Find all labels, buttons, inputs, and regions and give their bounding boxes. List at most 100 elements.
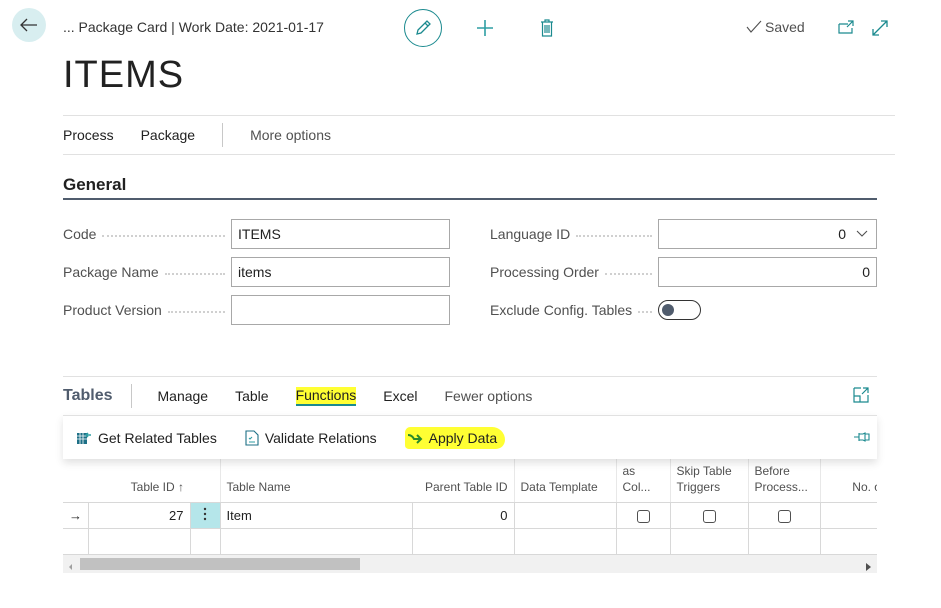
apply-data-button[interactable]: Apply Data bbox=[404, 426, 506, 449]
col-header-before-process[interactable]: Before Process... bbox=[747, 459, 820, 503]
tab-functions[interactable]: Functions bbox=[295, 386, 357, 406]
language-id-value: 0 bbox=[838, 226, 846, 242]
functions-action-bar: Get Related Tables Validate Relations Ap… bbox=[63, 415, 877, 459]
plus-icon bbox=[477, 20, 493, 36]
data-template-cell[interactable] bbox=[513, 501, 617, 529]
empty-cell bbox=[63, 527, 89, 555]
apply-data-label: Apply Data bbox=[428, 429, 498, 446]
label-leader bbox=[604, 273, 652, 275]
package-name-label: Package Name bbox=[63, 264, 231, 280]
general-section-title[interactable]: General bbox=[63, 175, 126, 195]
no-of-pac-cell[interactable] bbox=[819, 501, 877, 529]
tab-excel[interactable]: Excel bbox=[383, 388, 417, 404]
col-header-data-template[interactable]: Data Template bbox=[513, 459, 616, 503]
tables-header-divider bbox=[130, 384, 132, 408]
green-arrow-icon bbox=[407, 432, 423, 444]
table-row[interactable]: → 27 Item 0 bbox=[63, 501, 877, 529]
action-package[interactable]: Package bbox=[141, 127, 195, 143]
get-related-tables-icon bbox=[76, 431, 92, 445]
product-version-field[interactable] bbox=[231, 295, 450, 325]
empty-cell[interactable] bbox=[513, 527, 617, 555]
col-header-no-of-pac[interactable]: No. of Pac Re bbox=[819, 459, 877, 503]
section-divider bbox=[63, 198, 877, 200]
expand-button[interactable] bbox=[870, 18, 890, 38]
exclude-config-tables-label-text: Exclude Config. Tables bbox=[490, 302, 633, 318]
as-col-cell bbox=[615, 501, 671, 529]
chevron-down-icon bbox=[856, 230, 868, 237]
tables-expand-button[interactable] bbox=[853, 387, 869, 403]
label-leader bbox=[638, 311, 652, 313]
get-related-tables-button[interactable]: Get Related Tables bbox=[76, 430, 217, 446]
open-in-new-window-icon bbox=[838, 20, 854, 34]
processing-order-field[interactable]: 0 bbox=[658, 257, 877, 287]
empty-cell[interactable] bbox=[219, 527, 413, 555]
col-header-table-id[interactable]: Table ID ↑ bbox=[88, 459, 190, 503]
label-leader bbox=[102, 235, 225, 237]
col-header-as-col[interactable]: as Col... bbox=[615, 459, 670, 503]
label-leader bbox=[164, 273, 225, 275]
parent-table-id-cell[interactable]: 0 bbox=[411, 501, 515, 529]
get-related-tables-label: Get Related Tables bbox=[98, 429, 217, 446]
before-process-cell bbox=[747, 501, 821, 529]
pin-action-bar-button[interactable] bbox=[853, 430, 871, 444]
col-header-indicator bbox=[63, 459, 88, 503]
exclude-config-tables-toggle[interactable] bbox=[658, 300, 701, 320]
package-name-field[interactable]: items bbox=[231, 257, 450, 287]
caret-right-icon bbox=[866, 563, 871, 571]
toggle-knob bbox=[662, 303, 674, 316]
breadcrumb: ... Package Card | Work Date: 2021-01-17 bbox=[63, 19, 324, 35]
empty-cell[interactable] bbox=[87, 527, 191, 555]
empty-cell bbox=[189, 527, 221, 555]
open-in-new-window-button[interactable] bbox=[836, 18, 856, 38]
exclude-config-tables-label: Exclude Config. Tables bbox=[490, 302, 658, 318]
table-name-cell[interactable]: Item bbox=[219, 501, 413, 529]
empty-cell[interactable] bbox=[615, 527, 671, 555]
caret-left-icon bbox=[69, 564, 72, 570]
scrollbar-thumb[interactable] bbox=[80, 558, 360, 570]
col-header-skip-table-triggers[interactable]: Skip Table Triggers bbox=[669, 459, 748, 503]
processing-order-label: Processing Order bbox=[490, 264, 658, 280]
expand-diagonal-icon bbox=[872, 20, 888, 36]
code-label: Code bbox=[63, 226, 231, 242]
tables-grid: Table ID ↑ Table Name Parent Table ID Da… bbox=[63, 459, 877, 555]
empty-cell[interactable] bbox=[747, 527, 821, 555]
language-id-select[interactable]: 0 bbox=[658, 219, 877, 249]
scroll-left-arrow[interactable] bbox=[66, 559, 74, 570]
validate-document-icon bbox=[245, 429, 259, 446]
language-id-label-text: Language ID bbox=[490, 226, 571, 242]
tables-part-title[interactable]: Tables bbox=[63, 387, 113, 405]
label-leader bbox=[167, 311, 225, 313]
tab-manage[interactable]: Manage bbox=[158, 388, 209, 404]
as-col-checkbox[interactable] bbox=[636, 509, 650, 523]
empty-cell[interactable] bbox=[819, 527, 877, 555]
new-button[interactable] bbox=[474, 17, 496, 39]
scroll-right-arrow[interactable] bbox=[864, 559, 872, 571]
row-menu-button[interactable] bbox=[189, 501, 221, 529]
checkmark-icon bbox=[746, 20, 762, 33]
table-row-empty[interactable] bbox=[63, 527, 877, 555]
edit-button[interactable] bbox=[404, 9, 442, 47]
validate-relations-label: Validate Relations bbox=[264, 429, 377, 446]
product-version-label-text: Product Version bbox=[63, 302, 162, 318]
empty-cell[interactable] bbox=[669, 527, 749, 555]
fewer-options-button[interactable]: Fewer options bbox=[445, 388, 533, 404]
col-header-menu bbox=[190, 459, 220, 503]
empty-cell[interactable] bbox=[411, 527, 515, 555]
delete-button[interactable] bbox=[536, 17, 558, 39]
processing-order-label-text: Processing Order bbox=[490, 264, 599, 280]
more-options-button[interactable]: More options bbox=[250, 127, 331, 143]
pin-icon bbox=[854, 432, 870, 442]
action-process[interactable]: Process bbox=[63, 127, 114, 143]
back-button[interactable] bbox=[12, 8, 46, 42]
table-id-cell[interactable]: 27 bbox=[87, 501, 191, 529]
before-process-checkbox[interactable] bbox=[777, 509, 791, 523]
col-header-parent-table-id[interactable]: Parent Table ID bbox=[412, 459, 514, 503]
col-header-table-name[interactable]: Table Name bbox=[219, 459, 412, 503]
expand-part-icon bbox=[853, 387, 869, 403]
validate-relations-button[interactable]: Validate Relations bbox=[245, 430, 377, 446]
vertical-ellipsis-icon bbox=[203, 507, 207, 520]
skip-table-triggers-checkbox[interactable] bbox=[702, 509, 716, 523]
code-field[interactable]: ITEMS bbox=[231, 219, 450, 249]
saved-label: Saved bbox=[765, 19, 805, 35]
tab-table[interactable]: Table bbox=[235, 388, 268, 404]
